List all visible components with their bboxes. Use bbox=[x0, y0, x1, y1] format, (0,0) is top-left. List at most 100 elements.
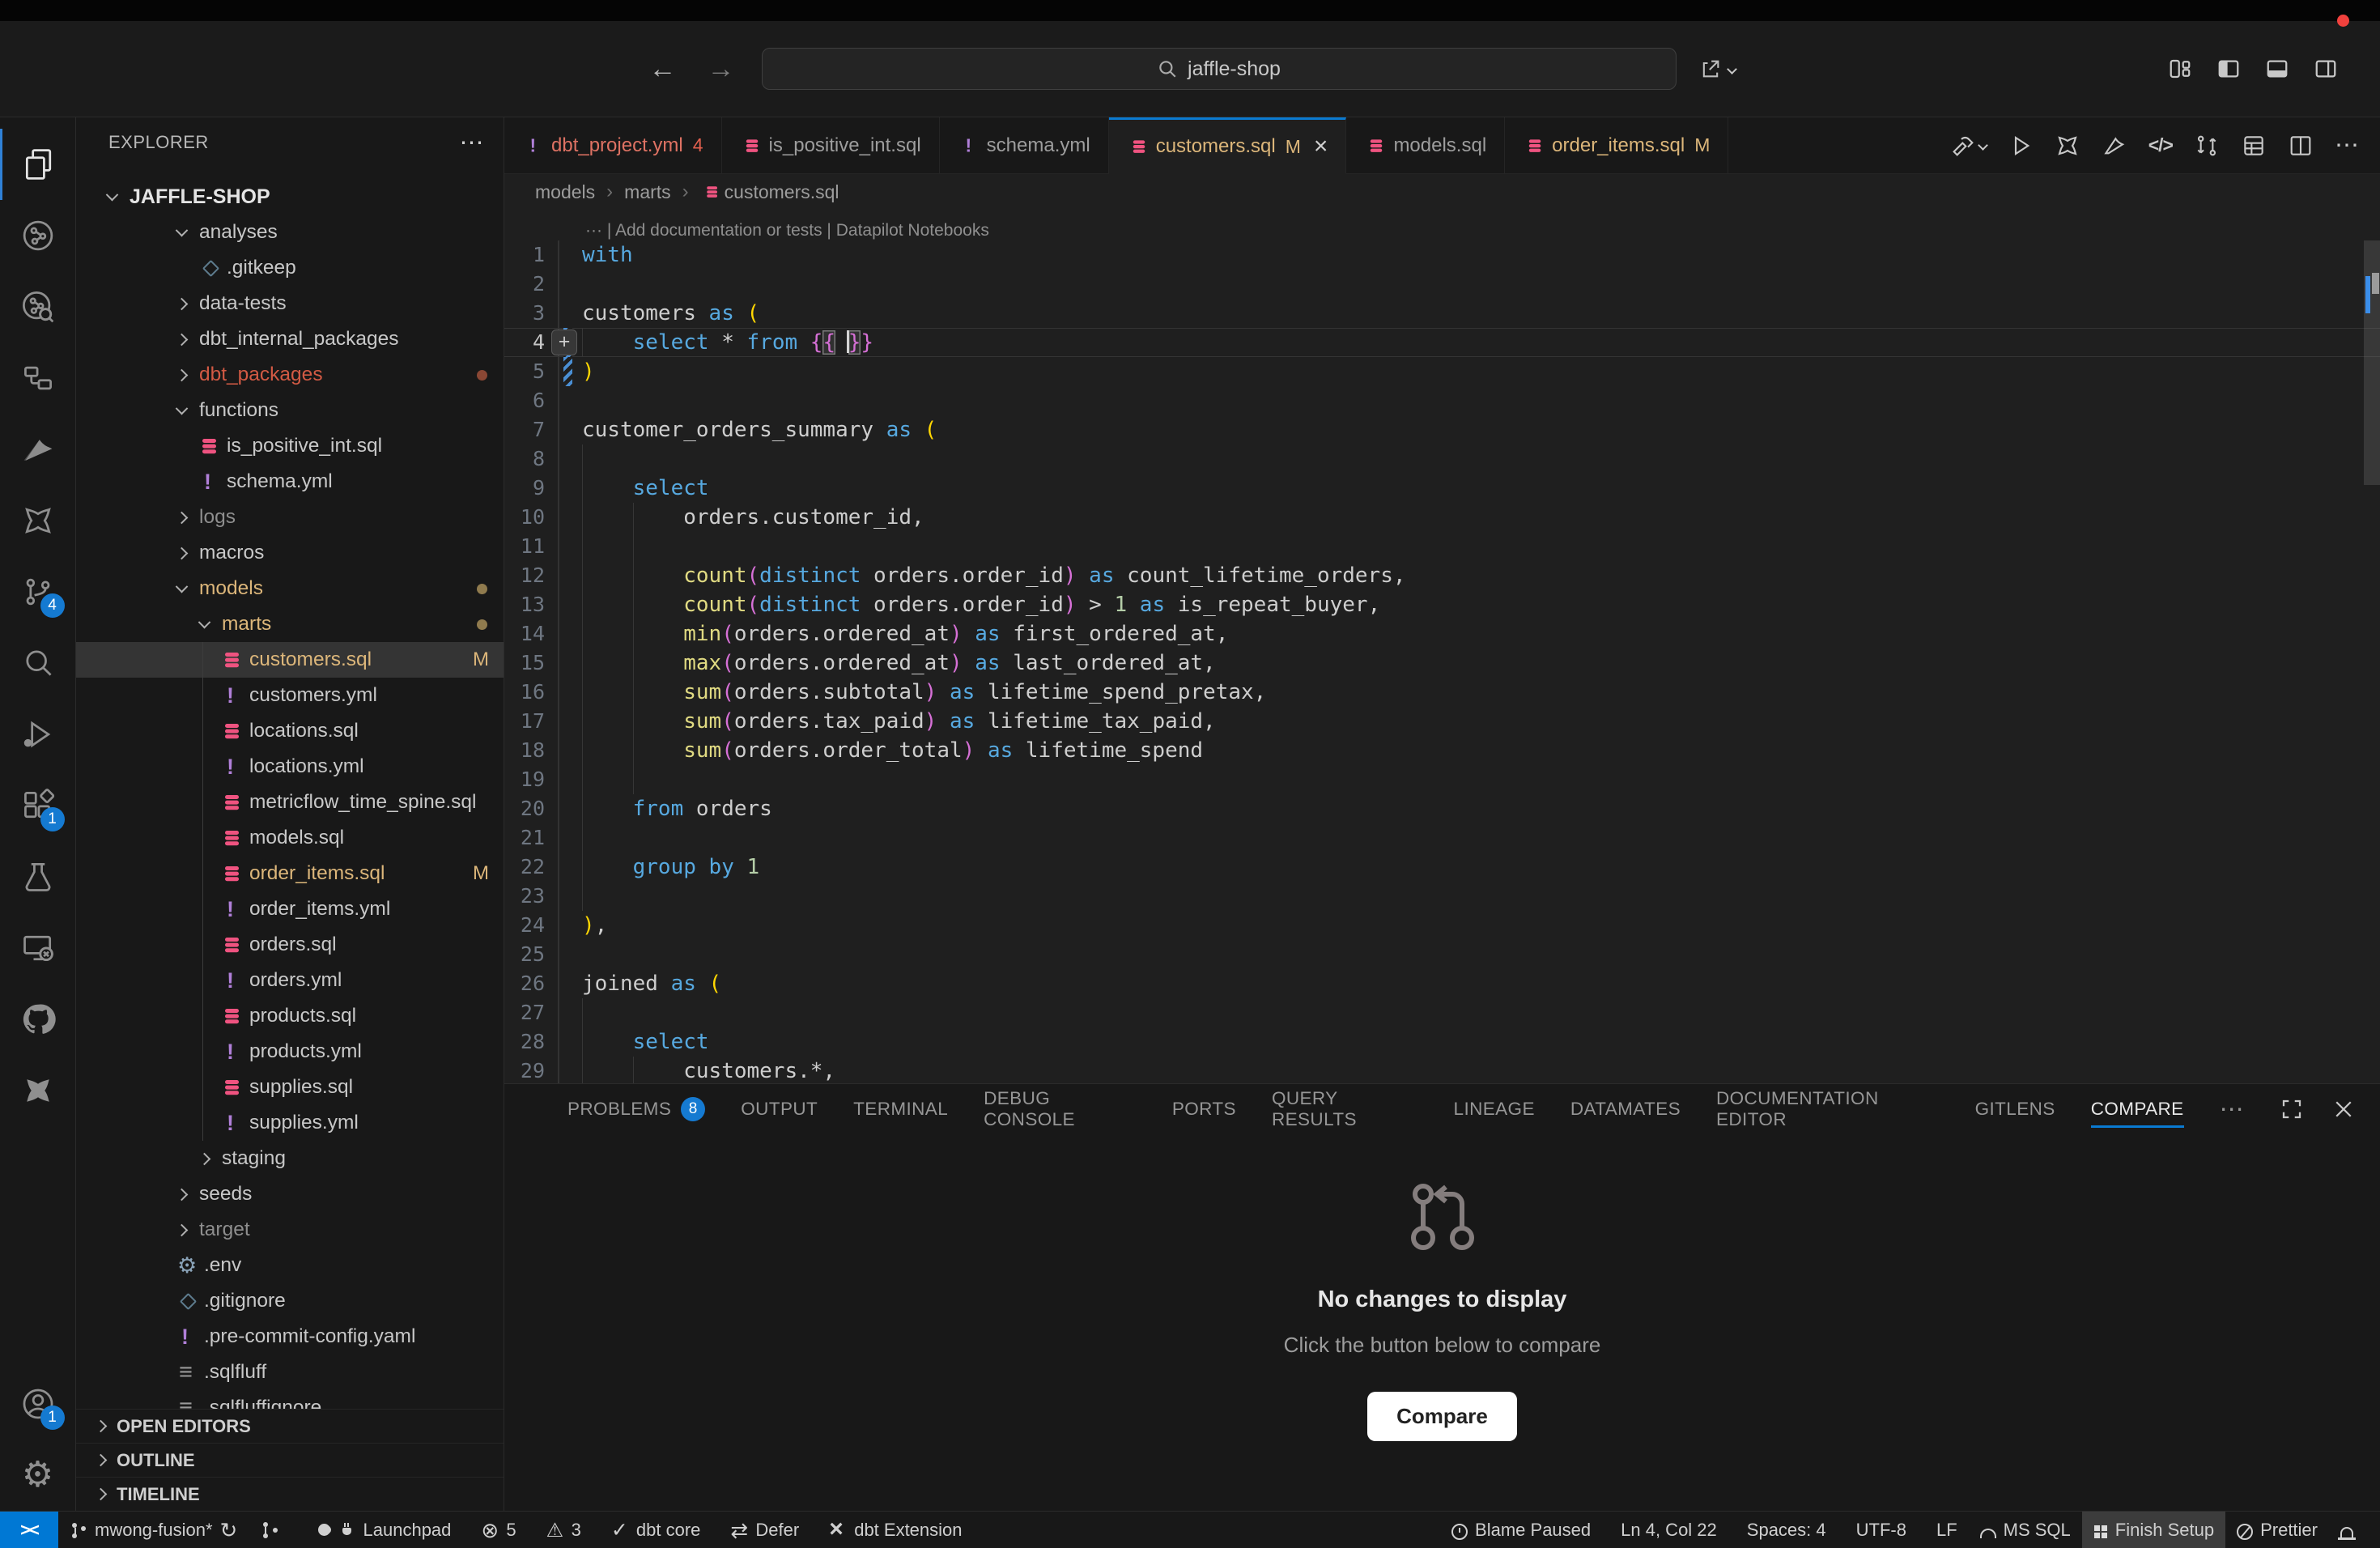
tree-item[interactable]: locations.yml bbox=[76, 749, 504, 785]
editor-tab[interactable]: customers.sql M × bbox=[1109, 117, 1347, 174]
tree-item[interactable]: .gitignore bbox=[76, 1283, 504, 1319]
tree-item[interactable]: seeds bbox=[76, 1176, 504, 1212]
editor-tab[interactable]: order_items.sql M bbox=[1505, 117, 1728, 173]
tree-item[interactable]: schema.yml bbox=[76, 464, 504, 500]
tree-item[interactable]: models bbox=[76, 571, 504, 606]
close-icon[interactable]: × bbox=[1314, 133, 1328, 160]
tree-item[interactable]: dbt_internal_packages bbox=[76, 321, 504, 357]
tree-item[interactable]: products.sql bbox=[76, 998, 504, 1034]
tree-item[interactable]: is_positive_int.sql bbox=[76, 428, 504, 464]
status-bar-item[interactable]: 3 bbox=[535, 1512, 600, 1548]
code-line[interactable]: 29 customers.*, bbox=[504, 1057, 2380, 1083]
status-bar-item[interactable]: 5 bbox=[470, 1512, 534, 1548]
status-bar-item[interactable]: LF bbox=[1918, 1512, 1969, 1548]
code-line[interactable]: 15 max(orders.ordered_at) as last_ordere… bbox=[504, 649, 2380, 678]
editor-tab[interactable]: is_positive_int.sql bbox=[722, 117, 940, 173]
code-line[interactable]: 14 min(orders.ordered_at) as first_order… bbox=[504, 619, 2380, 649]
tree-item[interactable]: order_items.yml bbox=[76, 891, 504, 927]
add-doc-test-button[interactable]: + bbox=[551, 330, 577, 355]
share-layout-dropdown[interactable] bbox=[1699, 57, 1736, 80]
panel-more-tabs-icon[interactable]: ⋯ bbox=[2220, 1084, 2244, 1134]
close-panel-icon[interactable] bbox=[2331, 1097, 2356, 1121]
build-tool-icon[interactable] bbox=[1950, 133, 1987, 159]
sidebar-item-dbt-power-user[interactable] bbox=[0, 485, 76, 556]
code-line[interactable]: 27 bbox=[504, 998, 2380, 1027]
sidebar-item-extensions[interactable]: 1 bbox=[0, 770, 76, 841]
tree-item[interactable]: data-tests bbox=[76, 286, 504, 321]
code-line[interactable]: 9 select bbox=[504, 474, 2380, 503]
code-editor[interactable]: 1with23customers as (4+ select * from {{… bbox=[504, 240, 2380, 1083]
sidebar-item-github[interactable] bbox=[0, 984, 76, 1055]
breadcrumb[interactable]: models marts customers.sql bbox=[504, 174, 2380, 210]
panel-tab[interactable]: DEBUG CONSOLE bbox=[984, 1084, 1137, 1134]
tree-item[interactable]: .env bbox=[76, 1248, 504, 1283]
sidebar-section-header[interactable]: TIMELINE bbox=[76, 1477, 504, 1511]
sidebar-item-settings[interactable]: ⚙ bbox=[0, 1440, 76, 1511]
code-line[interactable]: 26joined as ( bbox=[504, 969, 2380, 998]
codelens-actions[interactable]: ··· | Add documentation or tests | Datap… bbox=[504, 210, 2380, 240]
panel-tab[interactable]: OUTPUT bbox=[741, 1084, 818, 1134]
customize-layout-icon[interactable] bbox=[2168, 57, 2192, 81]
compare-changes-icon[interactable] bbox=[2194, 133, 2220, 159]
toggle-panel-icon[interactable] bbox=[2265, 57, 2289, 81]
tree-item[interactable]: orders.yml bbox=[76, 963, 504, 998]
code-line[interactable]: 3customers as ( bbox=[504, 299, 2380, 328]
code-line[interactable]: 18 sum(orders.order_total) as lifetime_s… bbox=[504, 736, 2380, 765]
status-bar-item[interactable]: dbt Extension bbox=[818, 1512, 980, 1548]
panel-tab[interactable]: TERMINAL bbox=[853, 1084, 948, 1134]
toggle-primary-sidebar-icon[interactable] bbox=[2216, 57, 2241, 81]
status-bar-item[interactable]: Blame Paused bbox=[1440, 1512, 1602, 1548]
code-line[interactable]: 1with bbox=[504, 240, 2380, 270]
more-actions-icon[interactable]: ⋯ bbox=[2335, 131, 2359, 159]
sidebar-item-dbt-power-user-alt[interactable] bbox=[0, 1055, 76, 1126]
toggle-secondary-sidebar-icon[interactable] bbox=[2314, 57, 2338, 81]
editor-tab[interactable]: models.sql bbox=[1346, 117, 1505, 173]
breadcrumb-item[interactable]: customers.sql bbox=[671, 174, 839, 210]
code-line[interactable]: 28 select bbox=[504, 1027, 2380, 1057]
sidebar-section-header[interactable]: OPEN EDITORS bbox=[76, 1409, 504, 1443]
tree-item[interactable]: logs bbox=[76, 500, 504, 535]
tree-item[interactable]: customers.sql M bbox=[76, 642, 504, 678]
tree-item[interactable]: metricflow_time_spine.sql bbox=[76, 785, 504, 820]
code-line[interactable]: 11 bbox=[504, 532, 2380, 561]
status-bar-item[interactable]: Launchpad bbox=[304, 1512, 470, 1548]
tree-item[interactable]: dbt_packages bbox=[76, 357, 504, 393]
tree-item[interactable]: target bbox=[76, 1212, 504, 1248]
code-line[interactable]: 5) bbox=[504, 357, 2380, 386]
status-bar-item[interactable]: Ln 4, Col 22 bbox=[1602, 1512, 1728, 1548]
run-icon[interactable] bbox=[2008, 133, 2034, 159]
sidebar-item-testing[interactable] bbox=[0, 841, 76, 912]
inline-code-icon[interactable]: </> bbox=[2148, 134, 2173, 156]
split-editor-icon[interactable] bbox=[2288, 133, 2314, 159]
tree-item[interactable]: orders.sql bbox=[76, 927, 504, 963]
tree-item[interactable]: .sqlfluff bbox=[76, 1354, 504, 1390]
code-line[interactable]: 20 from orders bbox=[504, 794, 2380, 823]
breadcrumb-item[interactable]: models bbox=[535, 181, 595, 203]
tree-item[interactable]: functions bbox=[76, 393, 504, 428]
maximize-panel-icon[interactable] bbox=[2280, 1097, 2304, 1121]
editor-tab[interactable]: dbt_project.yml 4 bbox=[504, 117, 722, 173]
panel-tab[interactable]: COMPARE bbox=[2091, 1084, 2184, 1134]
status-bar-item[interactable] bbox=[249, 1512, 304, 1548]
sidebar-item-source-control[interactable]: 4 bbox=[0, 556, 76, 627]
panel-tab[interactable]: QUERY RESULTS bbox=[1272, 1084, 1418, 1134]
code-line[interactable]: 19 bbox=[504, 765, 2380, 794]
dbt-icon[interactable] bbox=[2102, 133, 2127, 159]
tree-item[interactable]: staging bbox=[76, 1141, 504, 1176]
tree-item[interactable]: .sqlfluffignore bbox=[76, 1390, 504, 1409]
breadcrumb-item[interactable]: marts bbox=[595, 181, 671, 203]
status-bar-item[interactable]: Finish Setup bbox=[2082, 1512, 2225, 1548]
panel-tab[interactable]: LINEAGE bbox=[1454, 1084, 1535, 1134]
tree-item[interactable]: locations.sql bbox=[76, 713, 504, 749]
status-bar-item[interactable]: dbt core bbox=[600, 1512, 720, 1548]
tree-item[interactable]: marts bbox=[76, 606, 504, 642]
sidebar-item-accounts[interactable]: 1 bbox=[0, 1368, 76, 1440]
sidebar-item-run-and-debug[interactable] bbox=[0, 699, 76, 770]
status-bar-item[interactable]: Prettier bbox=[2225, 1512, 2329, 1548]
status-bar-item[interactable]: Defer bbox=[719, 1512, 818, 1548]
code-line[interactable]: 2 bbox=[504, 270, 2380, 299]
tree-item[interactable]: JAFFLE-SHOP bbox=[76, 179, 504, 215]
code-line[interactable]: 12 count(distinct orders.order_id) as co… bbox=[504, 561, 2380, 590]
sidebar-section-header[interactable]: OUTLINE bbox=[76, 1443, 504, 1477]
panel-tab[interactable]: PORTS bbox=[1172, 1084, 1236, 1134]
